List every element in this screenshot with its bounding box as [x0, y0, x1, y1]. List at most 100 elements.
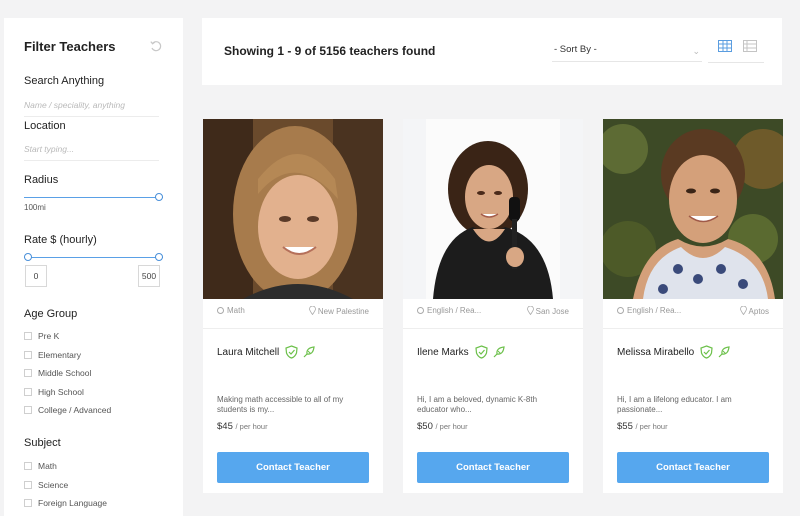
checkbox[interactable] — [24, 332, 32, 341]
checkbox[interactable] — [24, 480, 32, 489]
checkbox[interactable] — [24, 387, 32, 396]
rate-slider-min-handle[interactable] — [24, 253, 32, 261]
card-divider — [203, 328, 383, 329]
checkbox[interactable] — [24, 350, 32, 359]
price-unit: / per hour — [635, 422, 668, 431]
teacher-meta: English / Rea... Aptos — [617, 306, 769, 316]
price-unit: / per hour — [235, 422, 268, 431]
price-value: $55 — [617, 421, 633, 432]
teacher-price: $45 / per hour — [217, 421, 268, 432]
price-value: $50 — [417, 421, 433, 432]
location-input[interactable]: Start typing... — [24, 144, 159, 161]
location-text: San Jose — [535, 307, 569, 316]
teacher-name[interactable]: Melissa Mirabello — [617, 347, 694, 358]
search-label: Search Anything — [24, 75, 105, 87]
radius-label: Radius — [24, 174, 59, 186]
teacher-description: Hi, I am a beloved, dynamic K-8th educat… — [417, 395, 538, 414]
teacher-location: San Jose — [526, 306, 569, 316]
checkbox[interactable] — [24, 406, 32, 415]
radius-value: 100mi — [24, 203, 46, 212]
radius-slider[interactable] — [24, 193, 163, 201]
sort-label: - Sort By - — [554, 44, 597, 55]
age-option-high-school[interactable]: High School — [24, 383, 111, 402]
rate-label: Rate $ (hourly) — [24, 234, 97, 246]
rate-min-input[interactable]: 0 — [25, 265, 47, 287]
contact-teacher-button[interactable]: Contact Teacher — [417, 452, 569, 483]
filter-header: Filter Teachers — [24, 38, 163, 54]
subject-option-math[interactable]: Math — [24, 457, 107, 476]
teacher-name-row: Melissa Mirabello — [617, 345, 731, 359]
option-label: Pre K — [38, 331, 60, 342]
radius-slider-handle[interactable] — [155, 193, 163, 201]
rate-slider[interactable] — [24, 253, 163, 261]
option-label: Middle School — [38, 368, 92, 379]
teacher-name[interactable]: Laura Mitchell — [217, 347, 279, 358]
subject-icon — [617, 307, 624, 314]
teacher-photo[interactable] — [203, 119, 383, 299]
teacher-meta: English / Rea... San Jose — [417, 306, 569, 316]
subject-text: Math — [227, 306, 245, 315]
price-value: $45 — [217, 421, 233, 432]
option-label: Science — [38, 479, 69, 490]
subject-list: Math Science Foreign Language — [24, 457, 107, 513]
age-group-list: Pre K Elementary Middle School High Scho… — [24, 327, 111, 420]
teacher-subject: Math — [217, 306, 245, 316]
teacher-description: Hi, I am a lifelong educator. I am passi… — [617, 395, 732, 414]
list-view-icon[interactable] — [743, 40, 757, 52]
age-option-college[interactable]: College / Advanced — [24, 401, 111, 420]
teacher-name[interactable]: Ilene Marks — [417, 347, 469, 358]
checkbox[interactable] — [24, 499, 32, 508]
rate-max-input[interactable]: 500 — [138, 265, 160, 287]
teacher-location: New Palestine — [308, 306, 369, 316]
verified-shield-icon — [700, 345, 713, 359]
teacher-subject: English / Rea... — [417, 306, 481, 316]
subject-option-foreign-language[interactable]: Foreign Language — [24, 494, 107, 513]
sort-dropdown[interactable]: - Sort By - ⌄ — [552, 40, 702, 62]
results-header: Showing 1 - 9 of 5156 teachers found - S… — [202, 18, 782, 85]
rate-slider-max-handle[interactable] — [155, 253, 163, 261]
chevron-down-icon: ⌄ — [692, 46, 700, 56]
subject-text: English / Rea... — [627, 306, 682, 315]
teacher-card[interactable]: English / Rea... Aptos Melissa Mirabello… — [603, 119, 783, 493]
grid-view-icon[interactable] — [718, 40, 732, 52]
teacher-name-row: Ilene Marks — [417, 345, 506, 359]
card-divider — [403, 328, 583, 329]
teacher-price: $50 / per hour — [417, 421, 468, 432]
teacher-description: Making math accessible to all of my stud… — [217, 395, 344, 414]
teacher-card[interactable]: English / Rea... San Jose Ilene Marks Hi… — [403, 119, 583, 493]
price-unit: / per hour — [435, 422, 468, 431]
card-divider — [603, 328, 783, 329]
teacher-photo[interactable] — [403, 119, 583, 299]
teacher-location: Aptos — [739, 306, 769, 316]
contact-teacher-button[interactable]: Contact Teacher — [617, 452, 769, 483]
option-label: Math — [38, 461, 57, 472]
location-pin-icon — [526, 306, 534, 315]
location-pin-icon — [739, 306, 747, 315]
view-toggle-divider — [708, 62, 764, 63]
subject-icon — [217, 307, 224, 314]
verified-shield-icon — [475, 345, 488, 359]
subject-option-science[interactable]: Science — [24, 476, 107, 495]
subject-label: Subject — [24, 437, 61, 449]
checkbox[interactable] — [24, 462, 32, 471]
teacher-subject: English / Rea... — [617, 306, 681, 316]
filter-title: Filter Teachers — [24, 38, 116, 54]
search-input[interactable]: Name / speciality, anything — [24, 100, 159, 117]
teacher-card[interactable]: Math New Palestine Laura Mitchell Making… — [203, 119, 383, 493]
contact-teacher-button[interactable]: Contact Teacher — [217, 452, 369, 483]
checkbox[interactable] — [24, 369, 32, 378]
teacher-name-row: Laura Mitchell — [217, 345, 316, 359]
filter-sidebar: Filter Teachers Search Anything Name / s… — [4, 18, 183, 516]
age-option-elementary[interactable]: Elementary — [24, 346, 111, 365]
location-pin-icon — [308, 306, 316, 315]
background-check-icon — [303, 346, 315, 358]
age-option-middle-school[interactable]: Middle School — [24, 364, 111, 383]
teacher-price: $55 / per hour — [617, 421, 668, 432]
teacher-photo[interactable] — [603, 119, 783, 299]
subject-icon — [417, 307, 424, 314]
age-option-pre-k[interactable]: Pre K — [24, 327, 111, 346]
results-count: Showing 1 - 9 of 5156 teachers found — [224, 44, 436, 58]
reset-icon[interactable] — [149, 39, 163, 53]
location-label: Location — [24, 120, 66, 132]
background-check-icon — [718, 346, 730, 358]
